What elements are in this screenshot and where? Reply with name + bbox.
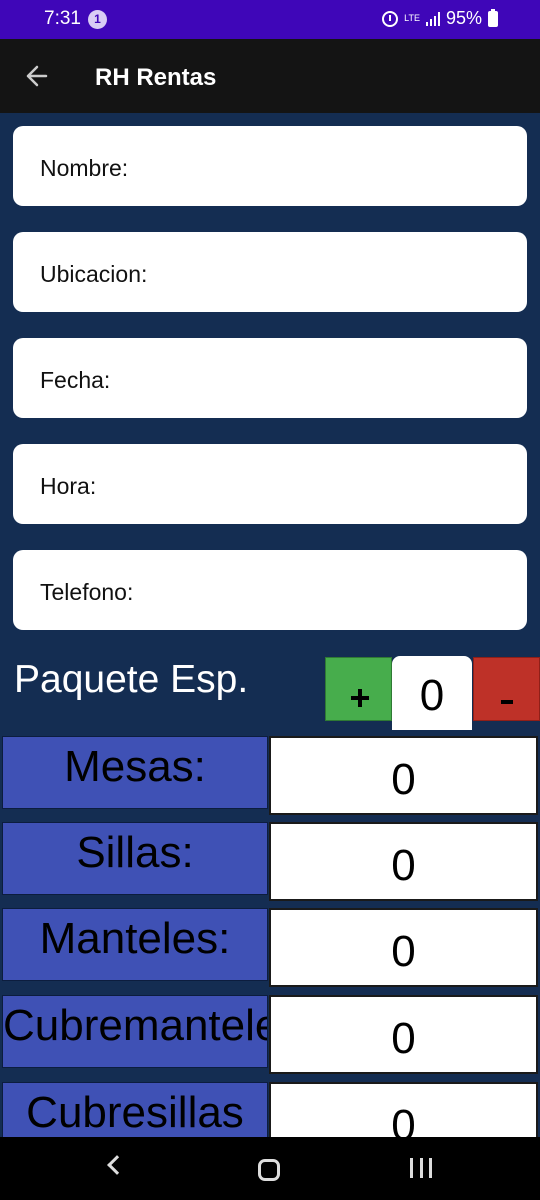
cubremanteles-value[interactable]: 0: [269, 995, 538, 1074]
decrement-button[interactable]: [473, 657, 540, 721]
back-button[interactable]: [18, 59, 56, 93]
recent-apps-icon[interactable]: [410, 1158, 432, 1178]
battery-icon: [488, 8, 498, 27]
app-bar: RH Rentas: [0, 39, 540, 113]
cubresillas-label: Cubresillas: [2, 1082, 268, 1142]
nombre-field[interactable]: Nombre:: [13, 126, 527, 206]
package-count[interactable]: 0: [392, 656, 472, 730]
chevron-left-icon[interactable]: [107, 1155, 127, 1175]
status-indicators: LTE 95%: [382, 8, 498, 29]
status-time: 7:31: [44, 8, 81, 29]
app-title: RH Rentas: [95, 64, 217, 91]
signal-icon: [425, 11, 440, 26]
telefono-field[interactable]: Telefono:: [13, 550, 527, 630]
sillas-value[interactable]: 0: [269, 822, 538, 901]
status-bar: 7:31 1 LTE 95%: [0, 0, 540, 39]
mesas-value[interactable]: 0: [269, 736, 538, 815]
sillas-label: Sillas:: [2, 822, 268, 895]
notification-badge: 1: [88, 10, 107, 29]
fecha-field[interactable]: Fecha:: [13, 338, 527, 418]
manteles-label: Manteles:: [2, 908, 268, 981]
fecha-label: Fecha:: [40, 367, 111, 393]
ubicacion-label: Ubicacion:: [40, 261, 148, 287]
hora-label: Hora:: [40, 473, 97, 499]
manteles-value[interactable]: 0: [269, 908, 538, 987]
mesas-label: Mesas:: [2, 736, 268, 809]
ubicacion-field[interactable]: Ubicacion:: [13, 232, 527, 312]
telefono-label: Telefono:: [40, 579, 134, 605]
hora-field[interactable]: Hora:: [13, 444, 527, 524]
increment-button[interactable]: [325, 657, 392, 721]
home-icon[interactable]: [258, 1159, 280, 1181]
battery-percent: 95%: [445, 8, 482, 28]
nombre-label: Nombre:: [40, 155, 129, 181]
cubremanteles-label: Cubremanteles:: [2, 995, 268, 1068]
package-label: Paquete Esp.: [14, 658, 249, 701]
arrow-left-icon: [26, 65, 48, 87]
cubresillas-value[interactable]: 0: [269, 1082, 538, 1142]
lte-icon: LTE: [404, 13, 420, 23]
system-nav-bar: [0, 1137, 540, 1200]
alarm-icon: [382, 10, 399, 27]
